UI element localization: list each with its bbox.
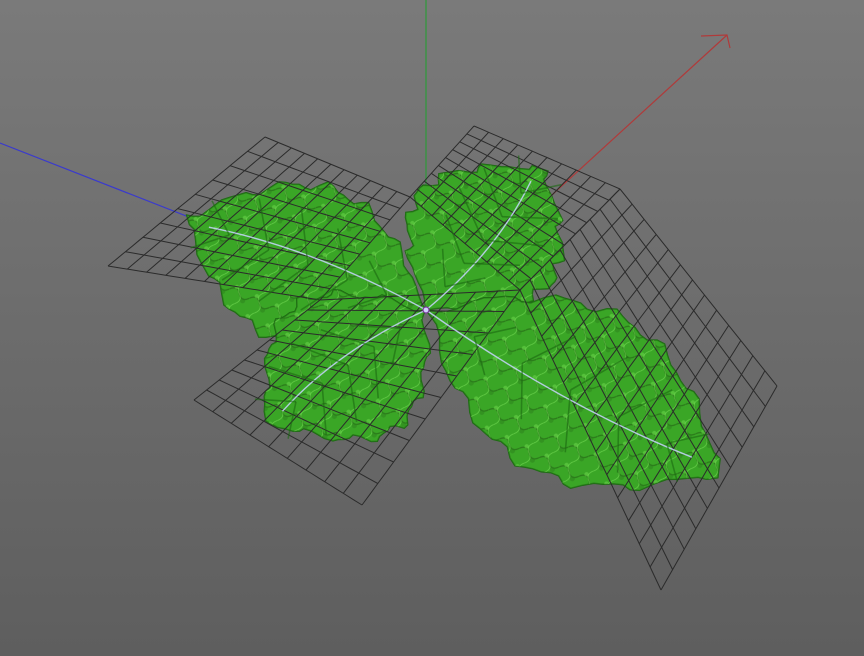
leaf-right-highlight xyxy=(426,295,721,491)
leaf-side-vein xyxy=(520,363,524,420)
leaf-side-vein xyxy=(616,416,620,473)
3d-viewport[interactable] xyxy=(0,0,864,656)
gizmo-center-icon[interactable] xyxy=(422,306,430,314)
leaf-mesh[interactable] xyxy=(185,163,721,492)
scene-canvas[interactable] xyxy=(0,0,864,656)
